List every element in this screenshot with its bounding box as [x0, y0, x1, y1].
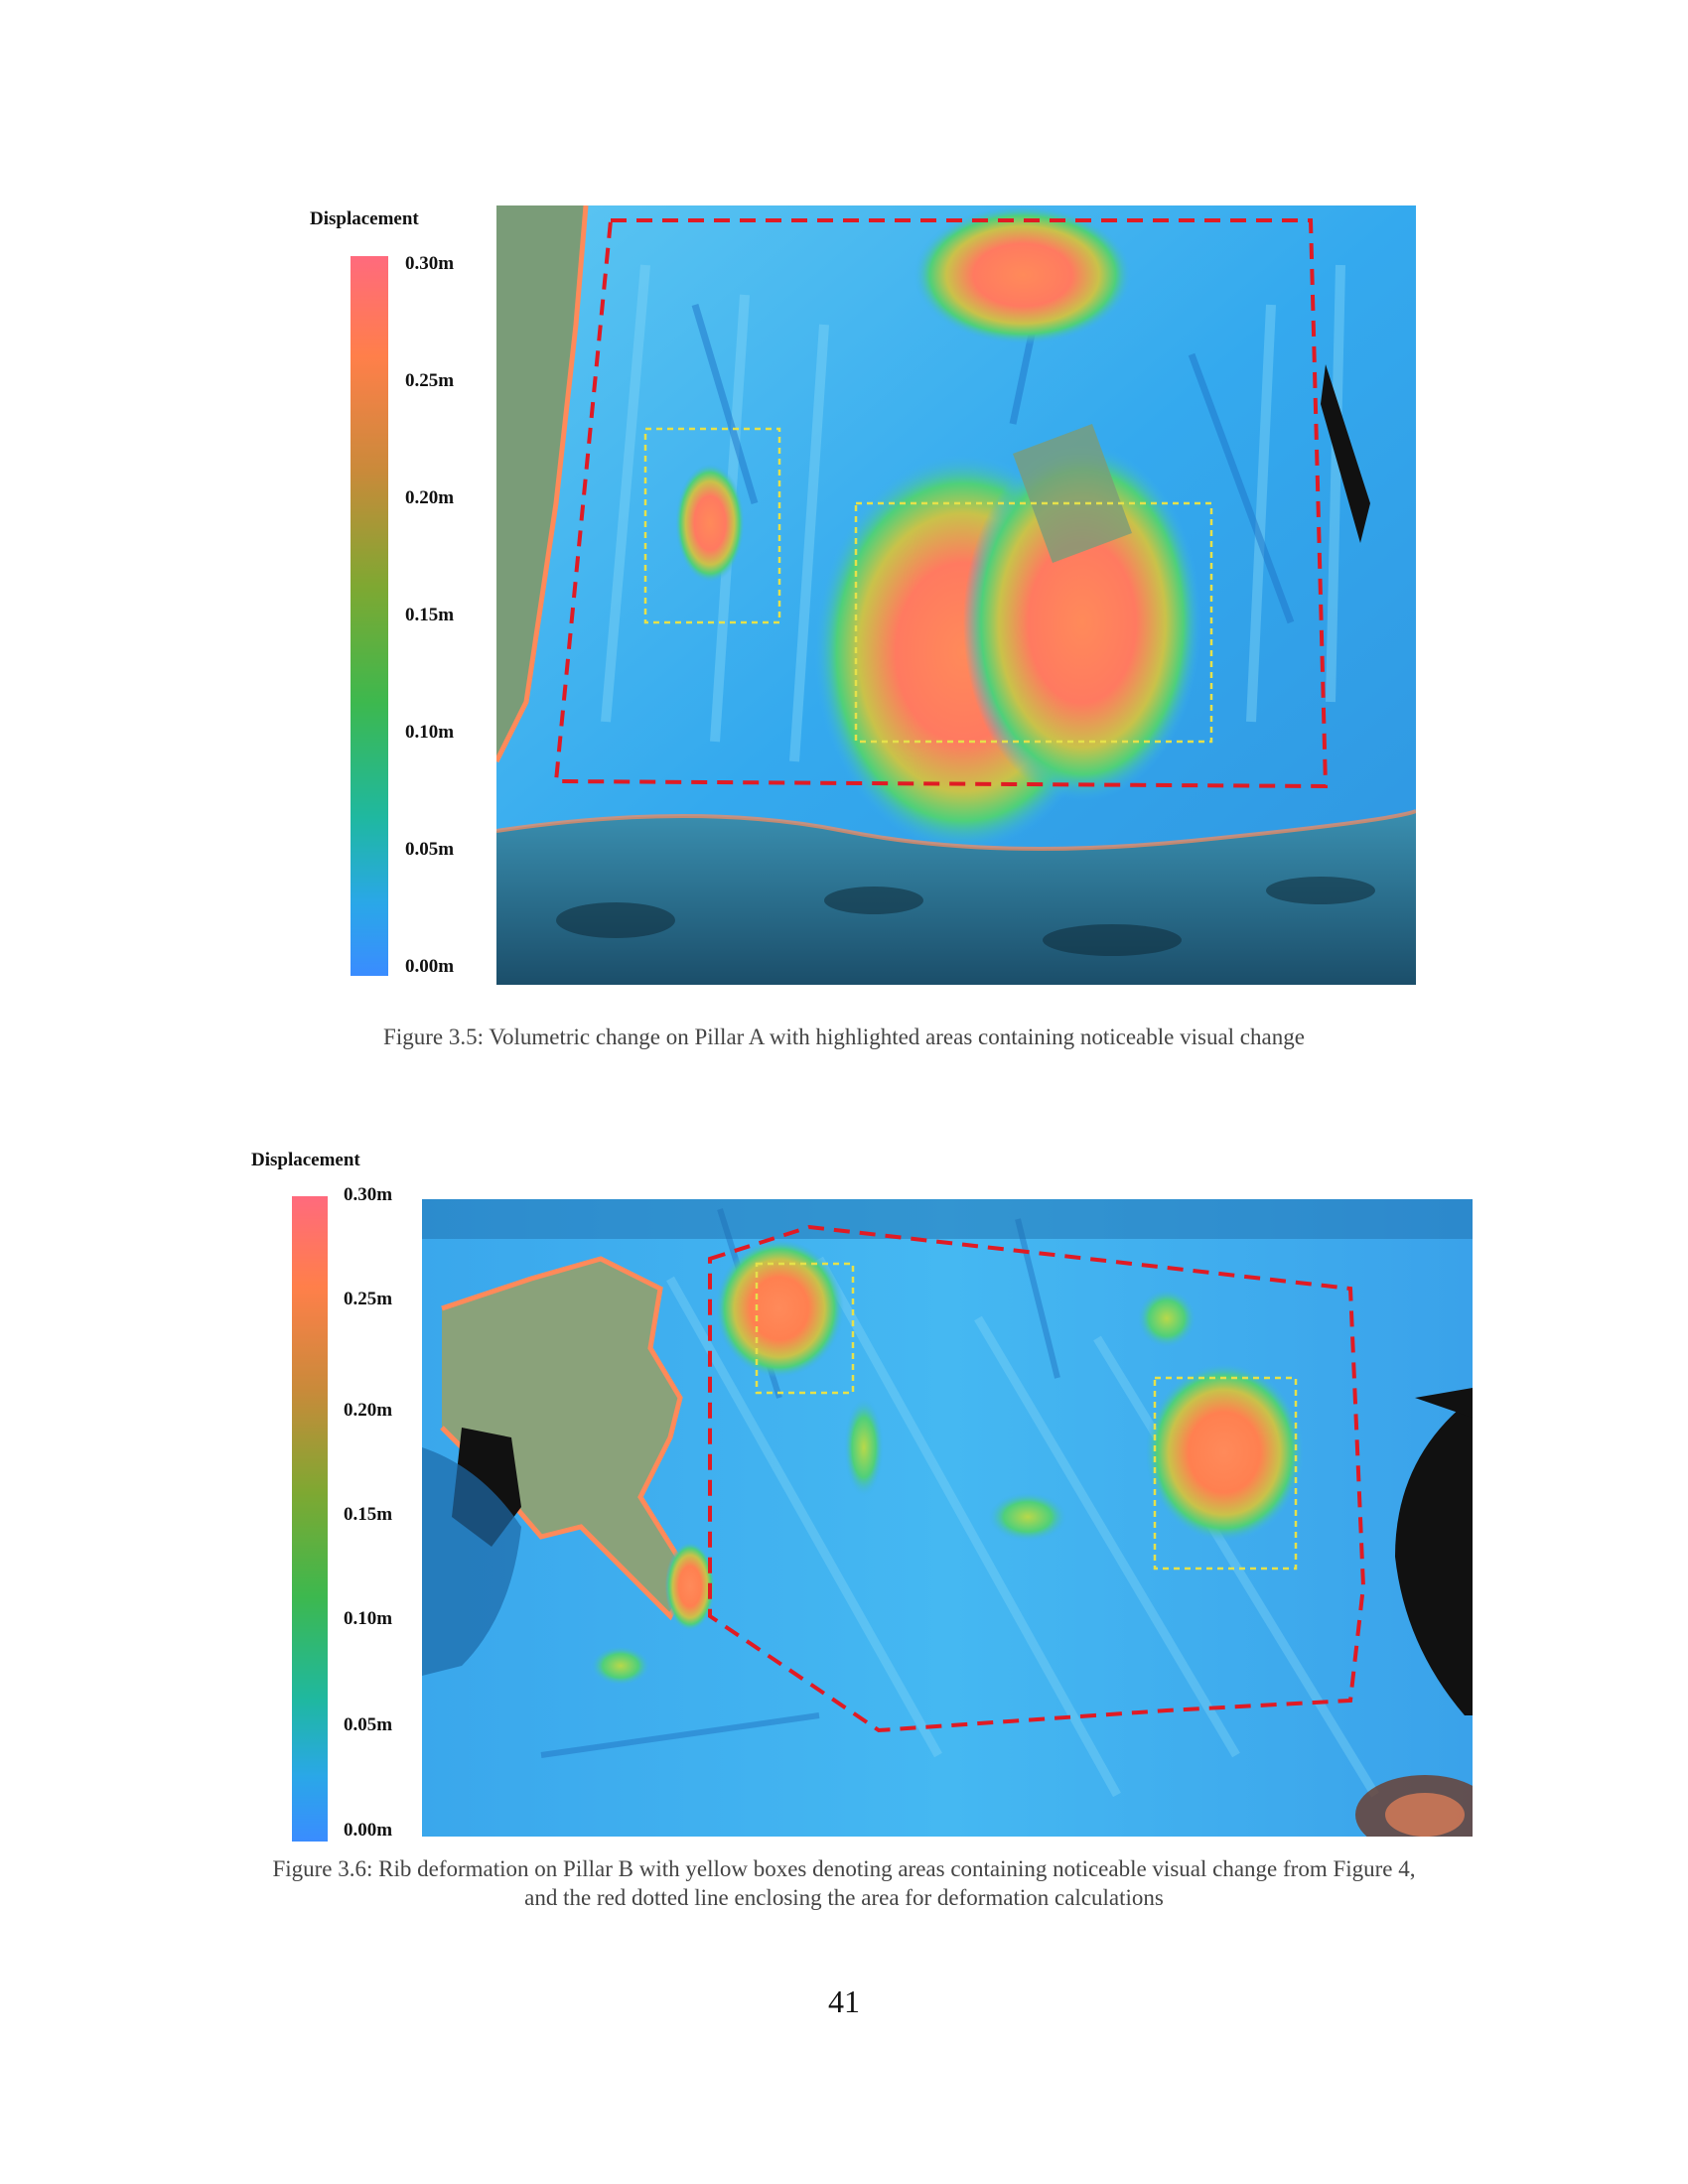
colorbar-tick: 0.25m	[405, 370, 455, 391]
colorbar	[351, 256, 388, 976]
figure-caption-line-1: Figure 3.6: Rib deformation on Pillar B …	[272, 1856, 1416, 1881]
figure-caption-line-2: and the red dotted line enclosing the ar…	[524, 1885, 1164, 1910]
colorbar-tick: 0.30m	[344, 1184, 393, 1205]
colorbar-tick: 0.15m	[344, 1504, 393, 1525]
colorbar	[292, 1196, 328, 1842]
colorbar-tick: 0.00m	[405, 956, 455, 977]
colorbar-tick: 0.00m	[344, 1820, 393, 1841]
colorbar-tick: 0.30m	[405, 253, 455, 274]
colorbar-tick: 0.10m	[405, 722, 455, 743]
colorbar-tick: 0.05m	[344, 1714, 393, 1735]
displacement-map-pillar-a	[496, 205, 1416, 985]
colorbar-tick: 0.20m	[405, 487, 455, 508]
legend-title: Displacement	[310, 208, 419, 229]
colorbar-tick: 0.05m	[405, 839, 455, 860]
displacement-map-pillar-b	[422, 1199, 1473, 1837]
colorbar-tick: 0.25m	[344, 1289, 393, 1309]
colorbar-tick: 0.10m	[344, 1608, 393, 1629]
page-number: 41	[828, 1983, 860, 2019]
colorbar-tick: 0.20m	[344, 1400, 393, 1421]
figure-caption: Figure 3.5: Volumetric change on Pillar …	[383, 1024, 1305, 1049]
legend-title: Displacement	[251, 1150, 360, 1170]
colorbar-tick: 0.15m	[405, 605, 455, 625]
